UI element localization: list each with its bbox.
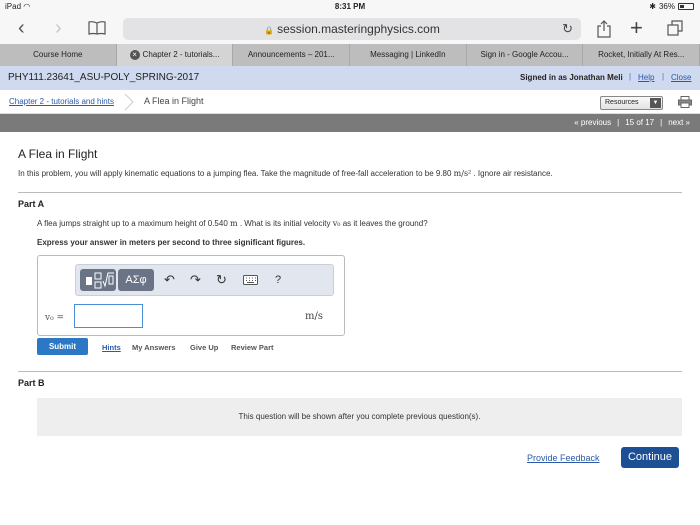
keyboard-icon[interactable] bbox=[243, 275, 258, 285]
reset-icon[interactable]: ↻ bbox=[216, 271, 227, 289]
part-a-question: A flea jumps straight up to a maximum he… bbox=[37, 219, 428, 228]
chevron-down-icon: ▼ bbox=[650, 98, 661, 108]
tab-rocket[interactable]: Rocket, Initially At Res... bbox=[583, 44, 700, 66]
give-up-link[interactable]: Give Up bbox=[190, 343, 218, 352]
greek-symbols-button[interactable]: ΑΣφ bbox=[118, 269, 154, 291]
undo-icon[interactable]: ↶ bbox=[164, 271, 175, 289]
close-tab-icon[interactable]: × bbox=[129, 49, 140, 60]
clock: 8:31 PM bbox=[334, 2, 366, 11]
tab-announcements[interactable]: Announcements – 201... bbox=[233, 44, 351, 66]
print-icon[interactable] bbox=[678, 96, 692, 108]
intro-text-end: . Ignore air resistance. bbox=[471, 169, 553, 178]
tab-chapter-2[interactable]: × Chapter 2 - tutorials... bbox=[116, 44, 234, 66]
breadcrumb-chevron-icon bbox=[124, 93, 134, 111]
problem-intro: In this problem, you will apply kinemati… bbox=[18, 169, 553, 178]
answer-input[interactable] bbox=[74, 304, 143, 328]
equation-toolbar: ΑΣφ ↶ ↷ ↻ ? bbox=[75, 264, 334, 296]
question-text-mid: . What is its initial velocity bbox=[237, 219, 333, 228]
review-part-link[interactable]: Review Part bbox=[231, 343, 274, 352]
answer-panel: ΑΣφ ↶ ↷ ↻ ? v₀ = m/s bbox=[37, 255, 345, 336]
breadcrumb-current: A Flea in Flight bbox=[144, 96, 204, 106]
tab-linkedin[interactable]: Messaging | LinkedIn bbox=[350, 44, 467, 66]
course-title: PHY111.23641_ASU-POLY_SPRING-2017 bbox=[8, 72, 200, 83]
separator: | bbox=[617, 118, 620, 127]
redo-icon[interactable]: ↷ bbox=[190, 271, 201, 289]
question-unit: m bbox=[230, 219, 238, 228]
separator: | bbox=[629, 72, 632, 81]
divider bbox=[18, 192, 682, 193]
close-link[interactable]: Close bbox=[671, 73, 691, 82]
continue-button[interactable]: Continue bbox=[621, 447, 679, 468]
pager-position: 15 of 17 bbox=[625, 118, 655, 127]
pager: « previous | 15 of 17 | next » bbox=[574, 118, 690, 127]
browser-toolbar: ‹ › 🔒 session.masteringphysics.com ↻ + bbox=[0, 14, 700, 44]
part-a-label: Part A bbox=[18, 199, 45, 209]
template-glyph bbox=[86, 272, 114, 289]
tab-label: Course Home bbox=[33, 50, 83, 59]
tab-label: Sign in - Google Accou... bbox=[480, 50, 569, 59]
course-header: PHY111.23641_ASU-POLY_SPRING-2017 Signed… bbox=[0, 66, 700, 90]
next-link[interactable]: next » bbox=[668, 118, 690, 127]
tab-label: Announcements – 201... bbox=[247, 50, 335, 59]
question-text: A flea jumps straight up to a maximum he… bbox=[37, 219, 230, 228]
answer-unit: m/s bbox=[305, 311, 323, 322]
tab-strip: Course Home × Chapter 2 - tutorials... An… bbox=[0, 44, 700, 66]
intro-text: In this problem, you will apply kinemati… bbox=[18, 169, 454, 178]
hints-link[interactable]: Hints bbox=[102, 343, 121, 352]
breadcrumb-chapter-link[interactable]: Chapter 2 - tutorials and hints bbox=[9, 97, 114, 106]
page-title: A Flea in Flight bbox=[18, 147, 98, 161]
status-bar: iPad ◠ 8:31 PM ✱ 36% bbox=[0, 0, 700, 14]
bluetooth-icon: ✱ bbox=[649, 2, 656, 11]
divider bbox=[18, 371, 682, 372]
part-a-instruction: Express your answer in meters per second… bbox=[37, 238, 306, 247]
reload-icon[interactable]: ↻ bbox=[562, 18, 573, 40]
resources-label: Resources bbox=[605, 99, 639, 106]
intro-unit: m/s² bbox=[453, 169, 472, 178]
resources-dropdown[interactable]: Resources ▼ bbox=[600, 96, 663, 110]
answer-variable-label: v₀ = bbox=[45, 313, 65, 323]
status-right: ✱ 36% bbox=[649, 2, 694, 11]
tab-label: Chapter 2 - tutorials... bbox=[142, 50, 220, 59]
breadcrumb: Chapter 2 - tutorials and hints A Flea i… bbox=[0, 90, 700, 114]
question-text-end: as it leaves the ground? bbox=[340, 219, 428, 228]
tab-label: Rocket, Initially At Res... bbox=[598, 50, 685, 59]
new-tab-icon[interactable]: + bbox=[630, 15, 643, 41]
help-icon[interactable]: ? bbox=[275, 271, 281, 289]
help-link[interactable]: Help bbox=[638, 73, 654, 82]
back-button[interactable]: ‹ bbox=[18, 18, 25, 38]
tab-label: Messaging | LinkedIn bbox=[370, 50, 446, 59]
tab-google-signin[interactable]: Sign in - Google Accou... bbox=[467, 44, 584, 66]
provide-feedback-link[interactable]: Provide Feedback bbox=[527, 453, 600, 463]
part-b-label: Part B bbox=[18, 378, 45, 388]
battery-percent: 36% bbox=[658, 2, 675, 11]
signed-in-label: Signed in as Jonathan Meli bbox=[520, 73, 623, 82]
bookmarks-icon[interactable] bbox=[88, 21, 106, 35]
separator: | bbox=[662, 72, 665, 81]
address-bar[interactable]: 🔒 session.masteringphysics.com ↻ bbox=[123, 18, 581, 40]
fraction-sqrt-template-icon[interactable] bbox=[80, 269, 116, 291]
previous-link[interactable]: « previous bbox=[574, 118, 611, 127]
tabs-overview-icon[interactable] bbox=[667, 20, 683, 36]
url-text: session.masteringphysics.com bbox=[277, 22, 440, 36]
forward-button[interactable]: › bbox=[55, 18, 62, 38]
tab-course-home[interactable]: Course Home bbox=[0, 44, 117, 66]
my-answers-link[interactable]: My Answers bbox=[132, 343, 176, 352]
part-b-locked-panel: This question will be shown after you co… bbox=[37, 398, 682, 436]
submit-button[interactable]: Submit bbox=[37, 338, 88, 355]
separator: | bbox=[660, 118, 663, 127]
lock-icon: 🔒 bbox=[264, 26, 275, 35]
pager-bar: « previous | 15 of 17 | next » bbox=[0, 114, 700, 132]
battery-icon bbox=[678, 3, 694, 10]
share-icon[interactable] bbox=[597, 20, 611, 38]
